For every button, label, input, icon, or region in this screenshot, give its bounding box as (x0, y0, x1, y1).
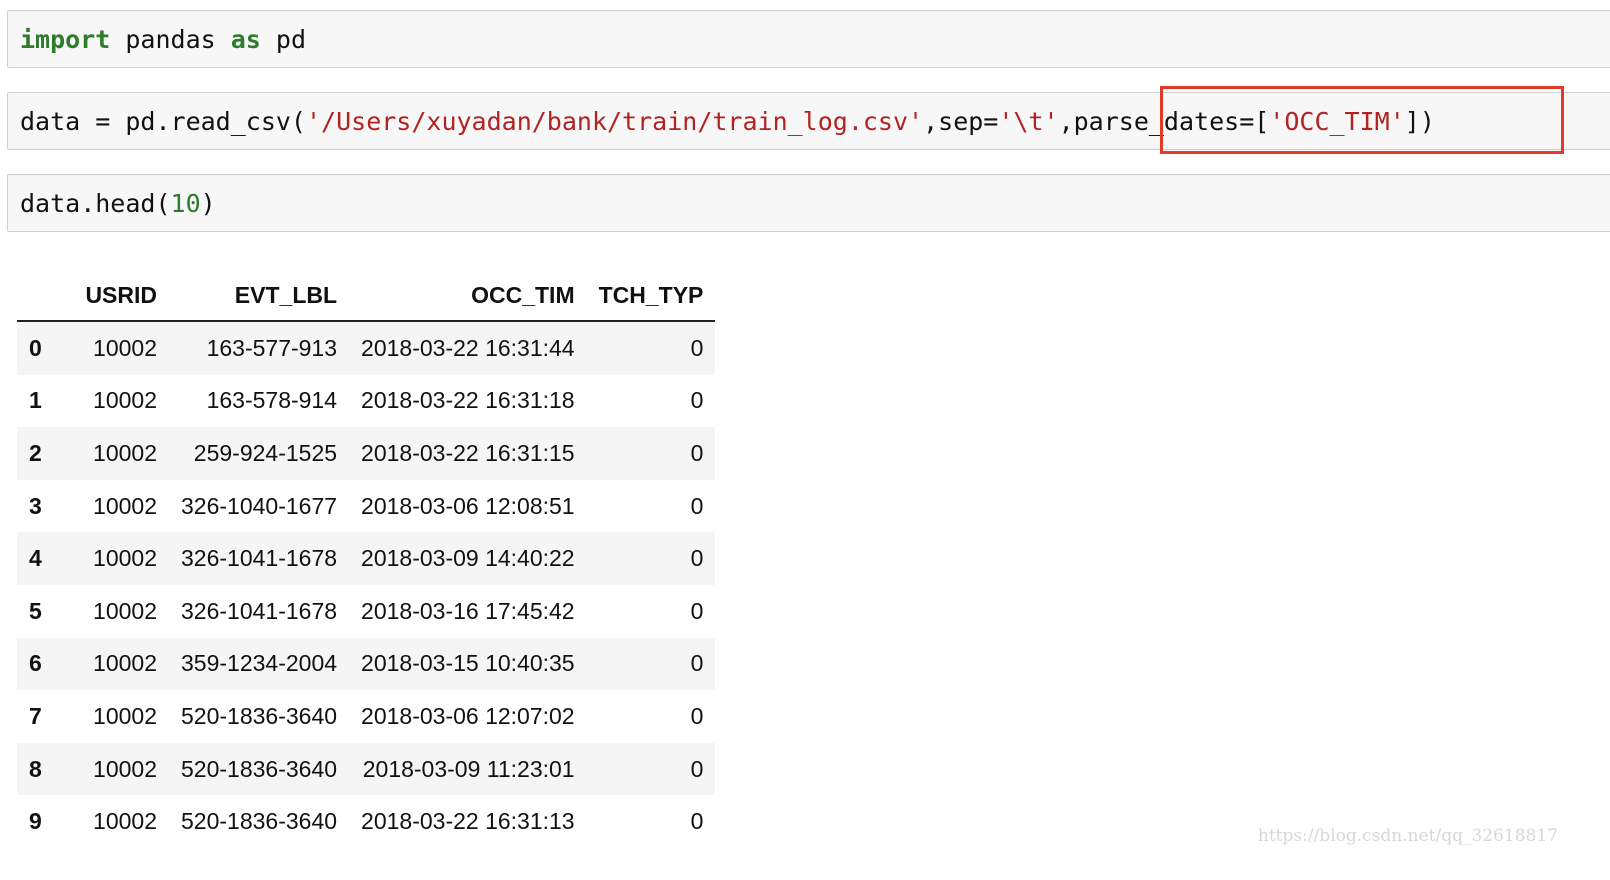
table-row: 6 10002 359-1234-2004 2018-03-15 10:40:35 0 (17, 637, 716, 691)
cell-occ-tim: 2018-03-09 11:23:01 (362, 755, 575, 782)
cell-occ-tim: 2018-03-22 16:31:18 (361, 387, 575, 414)
watermark-text: https://blog.csdn.net/qq_32618817 (1257, 826, 1558, 846)
row-index: 8 (29, 755, 42, 782)
cell-evt-lbl: 259-924-1525 (193, 439, 338, 466)
cell-occ-tim: 2018-03-22 16:31:15 (361, 439, 575, 466)
code-line-head[interactable]: data.head(10) (20, 191, 216, 216)
table-row: 5 10002 326-1041-1678 2018-03-16 17:45:42 0 (17, 584, 716, 638)
cell-tch-typ: 0 (690, 808, 704, 835)
index-header (17, 270, 65, 322)
row-index: 7 (29, 702, 42, 729)
table-row: 0 10002 163-577-913 2018-03-22 16:31:44 0 (17, 321, 716, 375)
cell-usrid: 10002 (93, 439, 157, 466)
code-token: pandas (110, 25, 231, 54)
table-row: 2 10002 259-924-1525 2018-03-22 16:31:15 0 (17, 427, 716, 480)
cell-evt-lbl: 326-1041-1678 (181, 597, 338, 624)
code-cell-head[interactable]: data.head(10) (7, 174, 1610, 232)
code-line-import[interactable]: import pandas as pd (20, 27, 306, 52)
cell-evt-lbl: 163-577-913 (206, 334, 338, 361)
cell-usrid: 10002 (93, 545, 157, 572)
row-index: 3 (29, 492, 42, 519)
cell-tch-typ: 0 (690, 597, 704, 624)
cell-evt-lbl: 520-1836-3640 (181, 702, 338, 729)
cell-occ-tim: 2018-03-16 17:45:42 (361, 597, 575, 624)
code-token: as (230, 25, 261, 54)
cell-usrid: 10002 (93, 755, 157, 782)
column-header-tch-typ: TCH_TYP (586, 270, 716, 322)
code-token: import (20, 25, 111, 54)
code-token: '/Users/xuyadan/bank/train/train_log.csv… (305, 107, 924, 136)
table-header-row: USRID EVT_LBL OCC_TIM TCH_TYP (17, 270, 716, 322)
cell-usrid: 10002 (93, 597, 157, 624)
code-token: 10 (170, 189, 201, 218)
code-token: data.head( (20, 189, 171, 218)
table-row: 9 10002 520-1836-3640 2018-03-22 16:31:13 0 (17, 795, 716, 848)
row-index: 6 (29, 650, 42, 677)
column-header-evt-lbl: EVT_LBL (169, 270, 350, 322)
table-body: 0 10002 163-577-913 2018-03-22 16:31:44 0 1 10… (17, 321, 716, 848)
table-row: 3 10002 326-1040-1677 2018-03-06 12:08:51 0 (17, 479, 716, 533)
cell-tch-typ: 0 (690, 545, 704, 572)
cell-evt-lbl: 326-1041-1678 (181, 545, 338, 572)
row-index: 5 (29, 597, 42, 624)
code-cell-import[interactable]: import pandas as pd (7, 10, 1610, 68)
cell-occ-tim: 2018-03-06 12:07:02 (361, 702, 575, 729)
row-index: 9 (29, 808, 42, 835)
row-index: 0 (29, 334, 42, 361)
code-token: '\t' (998, 107, 1059, 136)
highlight-box-parse-dates (1160, 86, 1564, 154)
dataframe-output-table: USRID EVT_LBL OCC_TIM TCH_TYP 0 10002 163-… (17, 270, 716, 848)
row-index: 1 (29, 387, 42, 414)
cell-tch-typ: 0 (690, 387, 704, 414)
table-row: 8 10002 520-1836-3640 2018-03-09 11:23:01 0 (17, 742, 716, 796)
cell-tch-typ: 0 (690, 650, 704, 677)
code-token: ) (200, 189, 216, 218)
code-token: data = pd.read_csv( (20, 107, 306, 136)
cell-tch-typ: 0 (690, 702, 704, 729)
cell-evt-lbl: 163-578-914 (206, 387, 338, 414)
cell-usrid: 10002 (93, 808, 157, 835)
cell-usrid: 10002 (93, 334, 157, 361)
cell-evt-lbl: 520-1836-3640 (181, 808, 338, 835)
table-row: 7 10002 520-1836-3640 2018-03-06 12:07:02 0 (17, 690, 716, 743)
code-token: pd (260, 25, 306, 54)
cell-occ-tim: 2018-03-09 14:40:22 (361, 545, 575, 572)
row-index: 2 (29, 439, 42, 466)
cell-evt-lbl: 326-1040-1677 (181, 492, 338, 519)
cell-tch-typ: 0 (690, 334, 704, 361)
cell-usrid: 10002 (93, 650, 157, 677)
row-index: 4 (29, 545, 42, 572)
cell-occ-tim: 2018-03-22 16:31:44 (361, 334, 575, 361)
cell-evt-lbl: 520-1836-3640 (181, 755, 338, 782)
table-row: 4 10002 326-1041-1678 2018-03-09 14:40:22 0 (17, 532, 716, 585)
column-header-usrid: USRID (65, 270, 169, 322)
table-row: 1 10002 163-578-914 2018-03-22 16:31:18 0 (17, 374, 716, 428)
cell-tch-typ: 0 (690, 439, 704, 466)
cell-tch-typ: 0 (690, 755, 704, 782)
column-header-occ-tim: OCC_TIM (349, 270, 587, 322)
cell-usrid: 10002 (93, 702, 157, 729)
cell-occ-tim: 2018-03-06 12:08:51 (361, 492, 575, 519)
cell-occ-tim: 2018-03-22 16:31:13 (361, 808, 575, 835)
cell-occ-tim: 2018-03-15 10:40:35 (361, 650, 575, 677)
cell-evt-lbl: 359-1234-2004 (181, 650, 338, 677)
code-token: ,sep= (923, 107, 999, 136)
cell-usrid: 10002 (93, 492, 157, 519)
cell-usrid: 10002 (93, 387, 157, 414)
cell-tch-typ: 0 (690, 492, 704, 519)
